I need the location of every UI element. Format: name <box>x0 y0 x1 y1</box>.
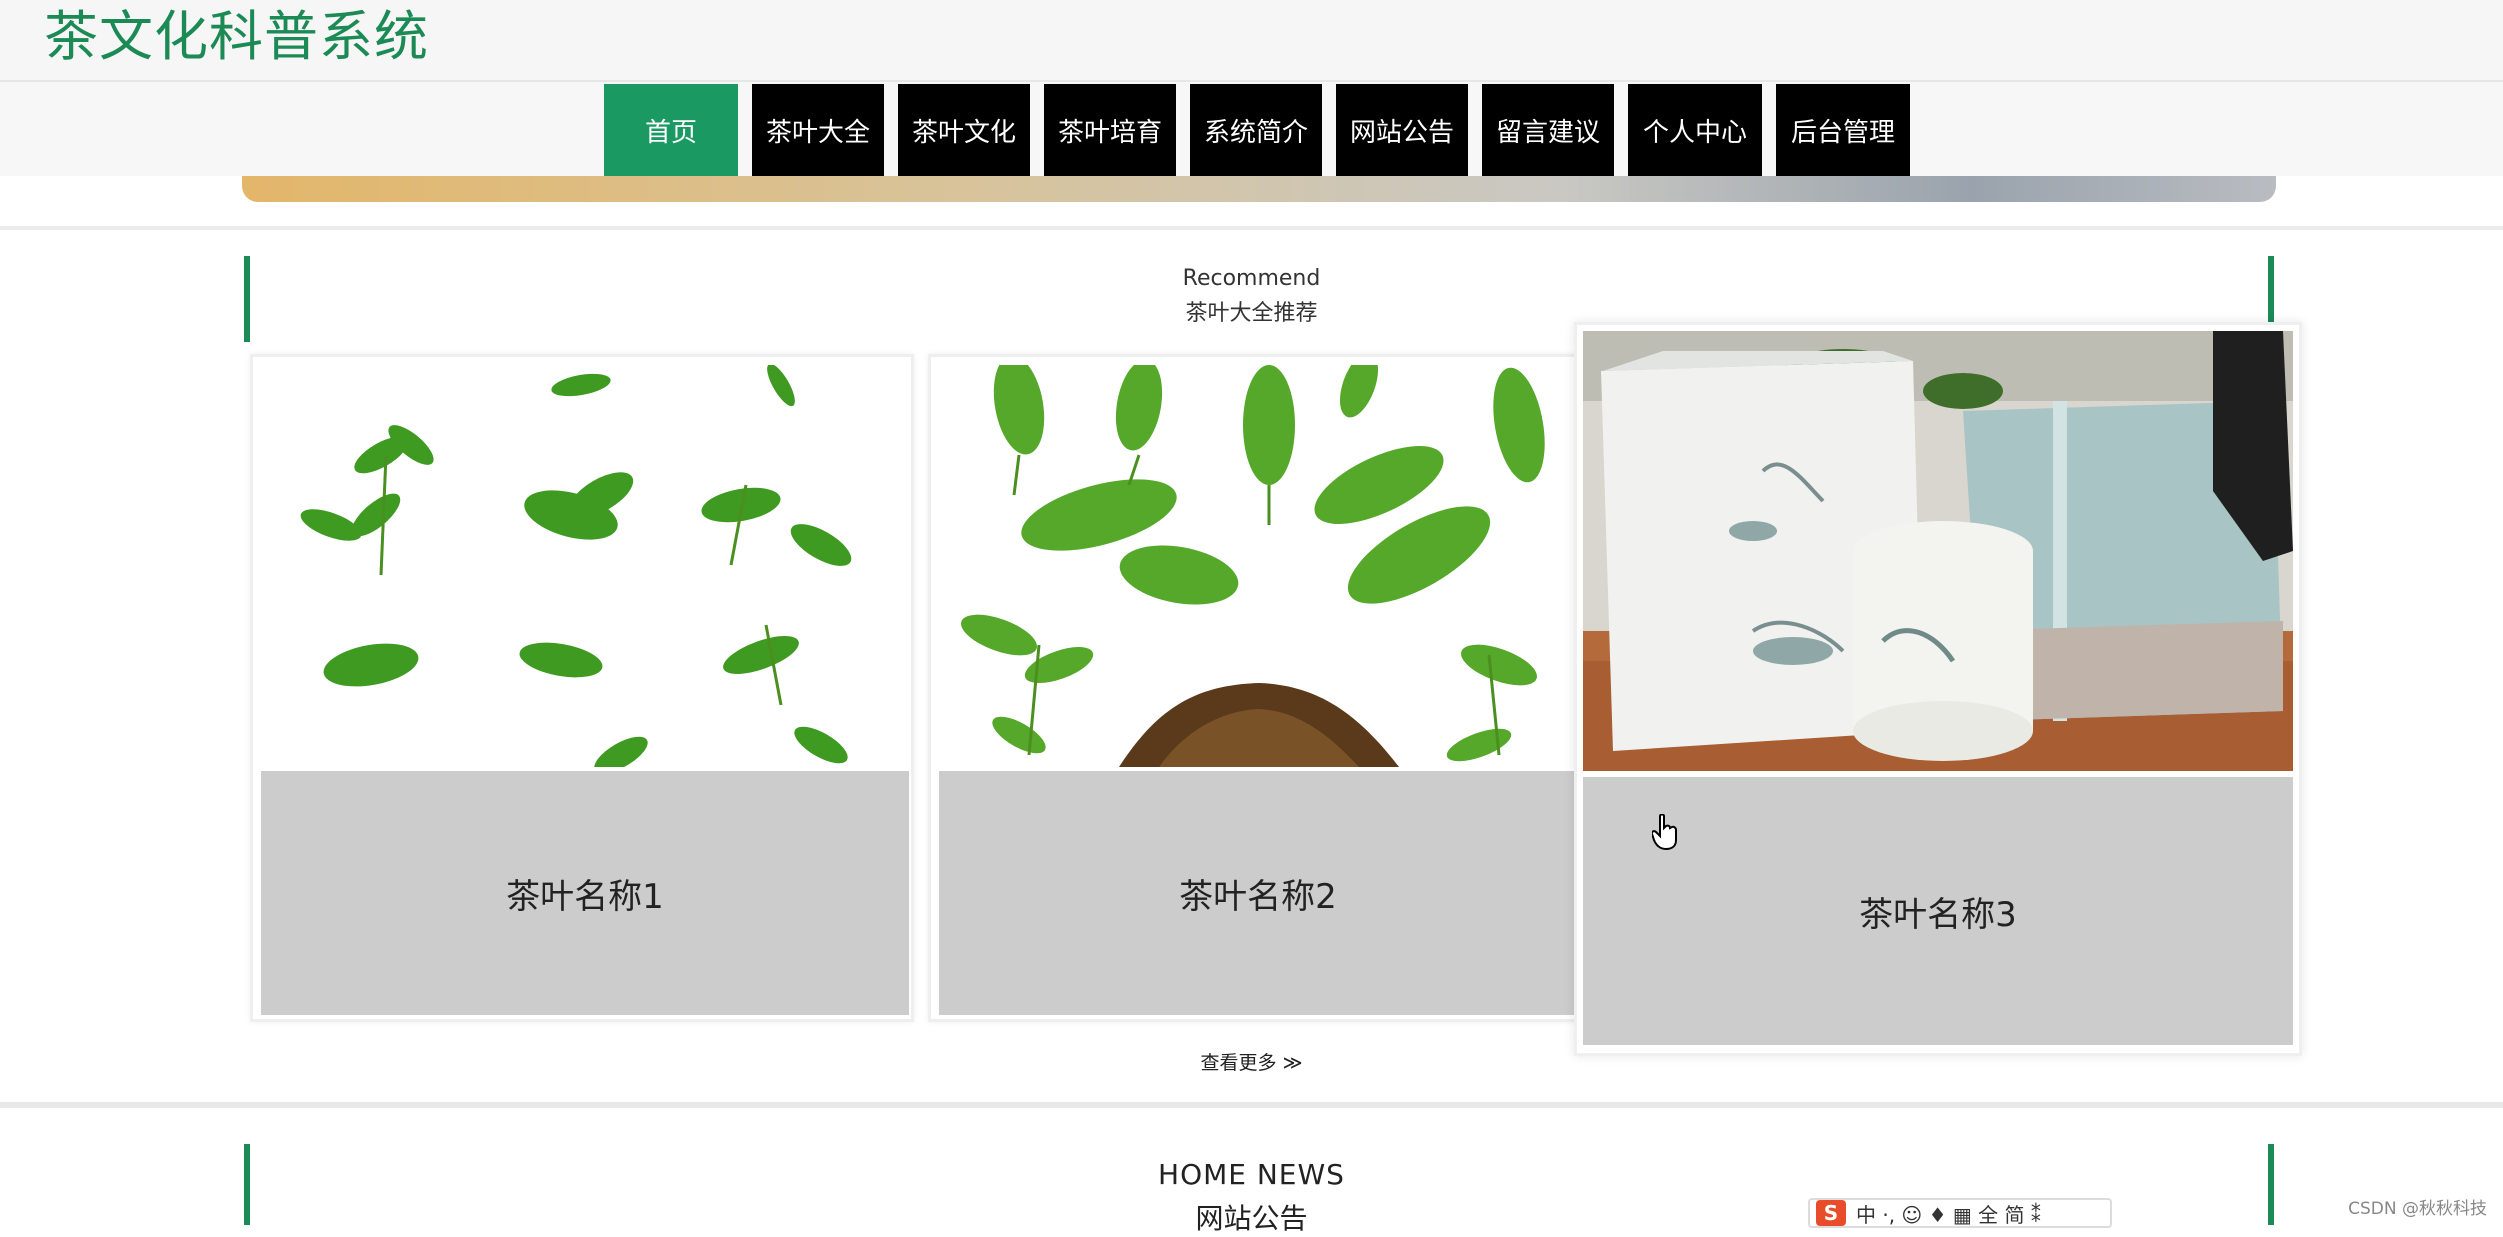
view-more-link[interactable]: 查看更多 ≫ <box>0 1048 2503 1075</box>
recommend-title-en: Recommend <box>1182 266 1321 291</box>
ime-toolbar-label[interactable]: 中 ·, ☺ ♦ ▦ 全 简 ⁑ <box>1856 1199 2041 1228</box>
banner-carousel-edge[interactable] <box>242 176 2276 202</box>
product-card-2[interactable]: 茶叶名称2 <box>928 354 1582 1022</box>
ime-toolbar[interactable]: S 中 ·, ☺ ♦ ▦ 全 简 ⁑ <box>1808 1198 2112 1228</box>
tea-gift-box-image[interactable] <box>1583 331 2293 771</box>
nav-item-feedback[interactable]: 留言建议 <box>1482 84 1614 176</box>
nav-item-announcements[interactable]: 网站公告 <box>1336 84 1468 176</box>
tea-leaves-image-art <box>261 365 909 767</box>
product-card-3[interactable]: 茶叶名称3 <box>1574 322 2302 1056</box>
section-divider-2 <box>0 1102 2503 1108</box>
news-title-cn: 网站公告 <box>1195 1202 1308 1235</box>
nav-item-home[interactable]: 首页 <box>604 84 738 176</box>
nav-item-tea-culture[interactable]: 茶叶文化 <box>898 84 1030 176</box>
nav-list: 首页 茶叶大全 茶叶文化 茶叶培育 系统简介 网站公告 留言建议 个人中心 后台… <box>604 84 1924 176</box>
tea-leaves-scattered-image[interactable] <box>261 365 909 767</box>
nav-item-admin[interactable]: 后台管理 <box>1776 84 1910 176</box>
tea-leaves-dry-image-art <box>939 365 1577 767</box>
tea-gift-box-image-art <box>1583 331 2293 771</box>
tea-leaves-with-dry-tea-image[interactable] <box>939 365 1577 767</box>
nav-item-personal-center[interactable]: 个人中心 <box>1628 84 1762 176</box>
sogou-ime-icon[interactable]: S <box>1816 1200 1846 1226</box>
card-caption-3[interactable]: 茶叶名称3 <box>1583 777 2293 1045</box>
card-caption-1[interactable]: 茶叶名称1 <box>261 771 909 1015</box>
news-heading: HOME NEWS 网站公告 <box>0 1158 2503 1237</box>
site-title[interactable]: 茶文化科普系统 <box>44 2 429 72</box>
section-divider <box>0 226 2503 230</box>
product-card-1[interactable]: 茶叶名称1 <box>250 354 914 1022</box>
nav-item-tea-cultivation[interactable]: 茶叶培育 <box>1044 84 1176 176</box>
news-title-en: HOME NEWS <box>1158 1158 1345 1191</box>
nav-item-tea-encyclopedia[interactable]: 茶叶大全 <box>752 84 884 176</box>
hand-pointer-icon <box>1652 814 1677 850</box>
card-caption-2[interactable]: 茶叶名称2 <box>939 771 1577 1015</box>
csdn-watermark: CSDN @秋秋科技 <box>2348 1199 2487 1219</box>
main-navbar: 首页 茶叶大全 茶叶文化 茶叶培育 系统简介 网站公告 留言建议 个人中心 后台… <box>0 82 2503 176</box>
recommend-heading: Recommend 茶叶大全推荐 <box>0 266 2503 327</box>
nav-item-system-intro[interactable]: 系统简介 <box>1190 84 1322 176</box>
top-header: 茶文化科普系统 <box>0 0 2503 82</box>
